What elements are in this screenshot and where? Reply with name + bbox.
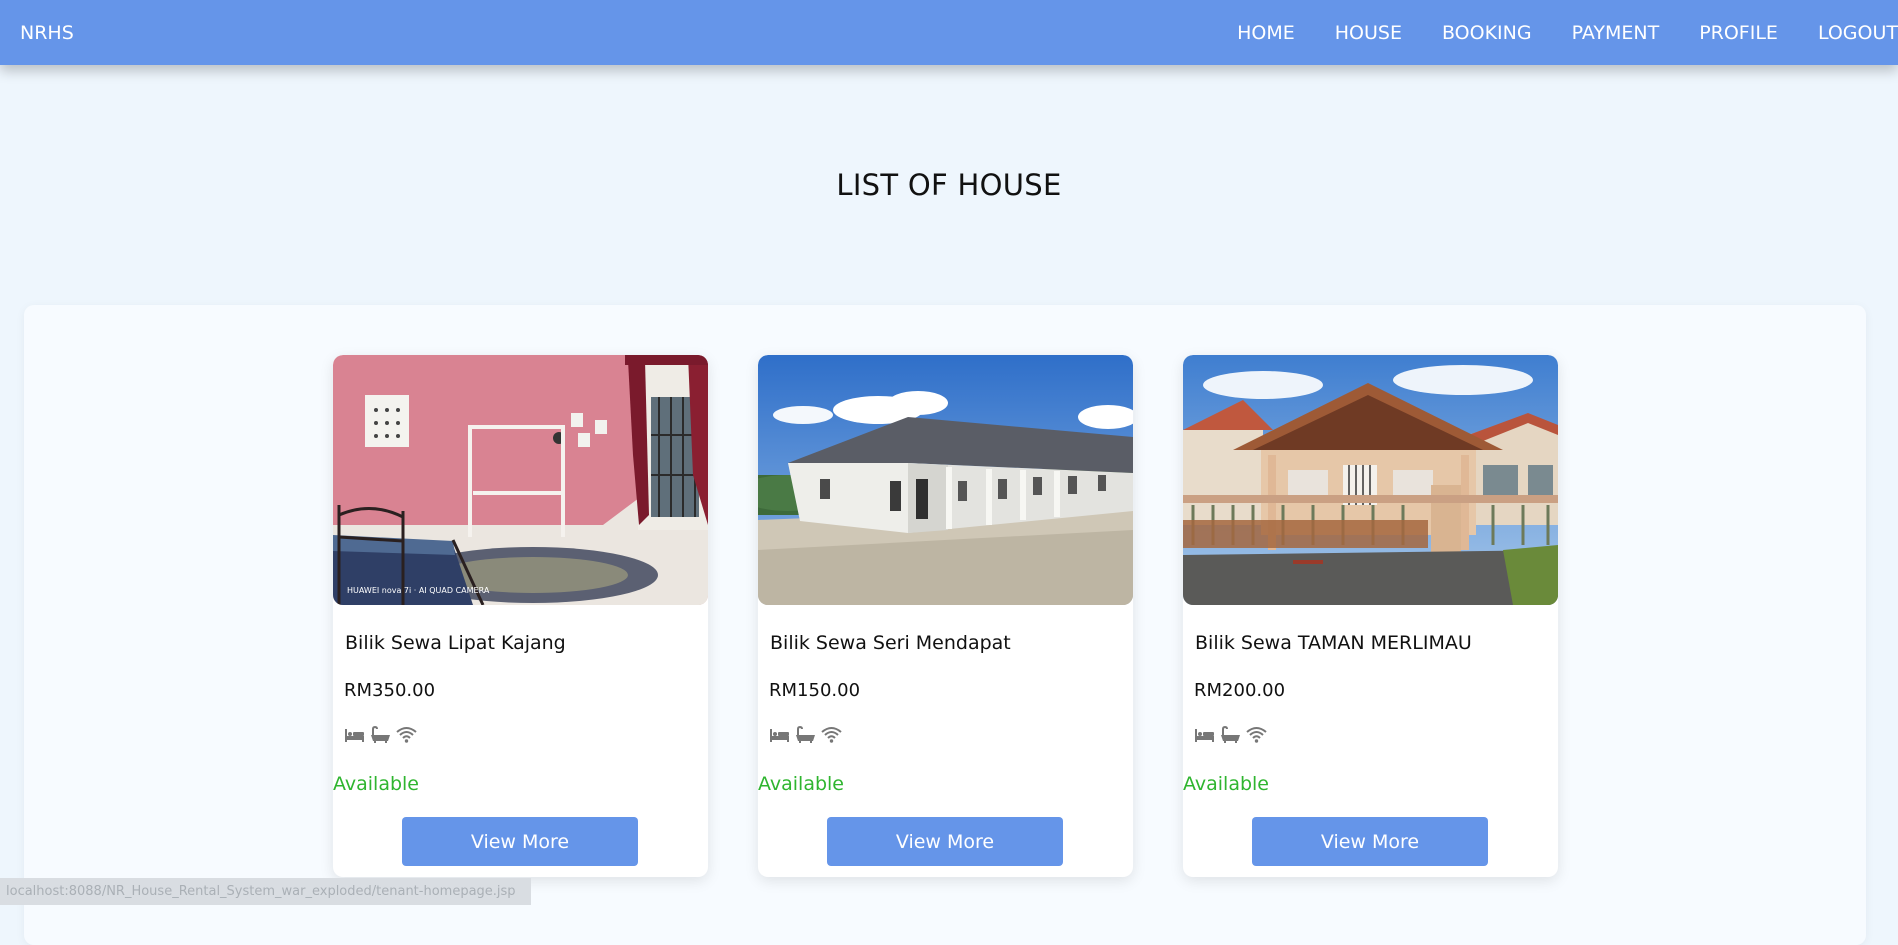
amenity-icons: [1194, 725, 1267, 744]
house-photo[interactable]: HUAWEI nova 7i · AI QUAD CAMERA: [333, 355, 708, 605]
amenity-icons: [344, 725, 417, 744]
page-title: LIST OF HOUSE: [836, 168, 1062, 202]
bed-icon: [1194, 726, 1215, 744]
nav-booking[interactable]: BOOKING: [1442, 22, 1532, 44]
view-more-button[interactable]: View More: [402, 817, 638, 866]
house-price: RM150.00: [769, 680, 861, 701]
wifi-icon: [821, 726, 842, 744]
house-photo[interactable]: [1183, 355, 1558, 605]
nav-house[interactable]: HOUSE: [1335, 22, 1402, 44]
bed-icon: [769, 726, 790, 744]
house-title: Bilik Sewa TAMAN MERLIMAU: [1195, 632, 1472, 654]
view-more-button[interactable]: View More: [1252, 817, 1488, 866]
nav-links: HOME HOUSE BOOKING PAYMENT PROFILE LOGOU…: [1197, 0, 1898, 65]
availability-status: Available: [758, 773, 845, 795]
nav-payment[interactable]: PAYMENT: [1572, 22, 1660, 44]
house-title: Bilik Sewa Seri Mendapat: [770, 632, 1011, 654]
wifi-icon: [396, 726, 417, 744]
browser-status-bar: localhost:8088/NR_House_Rental_System_wa…: [0, 878, 531, 905]
amenity-icons: [769, 725, 842, 744]
house-card: Bilik Sewa Seri Mendapat RM150.00 Availa…: [758, 355, 1133, 877]
wifi-icon: [1246, 726, 1267, 744]
bathtub-icon: [1220, 725, 1241, 744]
nav-home[interactable]: HOME: [1237, 22, 1295, 44]
house-price: RM200.00: [1194, 680, 1286, 701]
nav-profile[interactable]: PROFILE: [1699, 22, 1778, 44]
house-card: Bilik Sewa TAMAN MERLIMAU RM200.00 Avail…: [1183, 355, 1558, 877]
view-more-button[interactable]: View More: [827, 817, 1063, 866]
availability-status: Available: [1183, 773, 1270, 795]
navbar: NRHS HOME HOUSE BOOKING PAYMENT PROFILE …: [0, 0, 1898, 65]
availability-status: Available: [333, 773, 420, 795]
house-price: RM350.00: [344, 680, 436, 701]
house-title: Bilik Sewa Lipat Kajang: [345, 632, 566, 654]
house-photo[interactable]: [758, 355, 1133, 605]
bathtub-icon: [370, 725, 391, 744]
nav-logout[interactable]: LOGOUT: [1818, 22, 1898, 44]
house-card-list: HUAWEI nova 7i · AI QUAD CAMERA Bilik Se…: [333, 355, 1558, 877]
bed-icon: [344, 726, 365, 744]
brand-logo[interactable]: NRHS: [20, 22, 74, 44]
house-card: HUAWEI nova 7i · AI QUAD CAMERA Bilik Se…: [333, 355, 708, 877]
photo-watermark: HUAWEI nova 7i · AI QUAD CAMERA: [347, 586, 490, 595]
bathtub-icon: [795, 725, 816, 744]
